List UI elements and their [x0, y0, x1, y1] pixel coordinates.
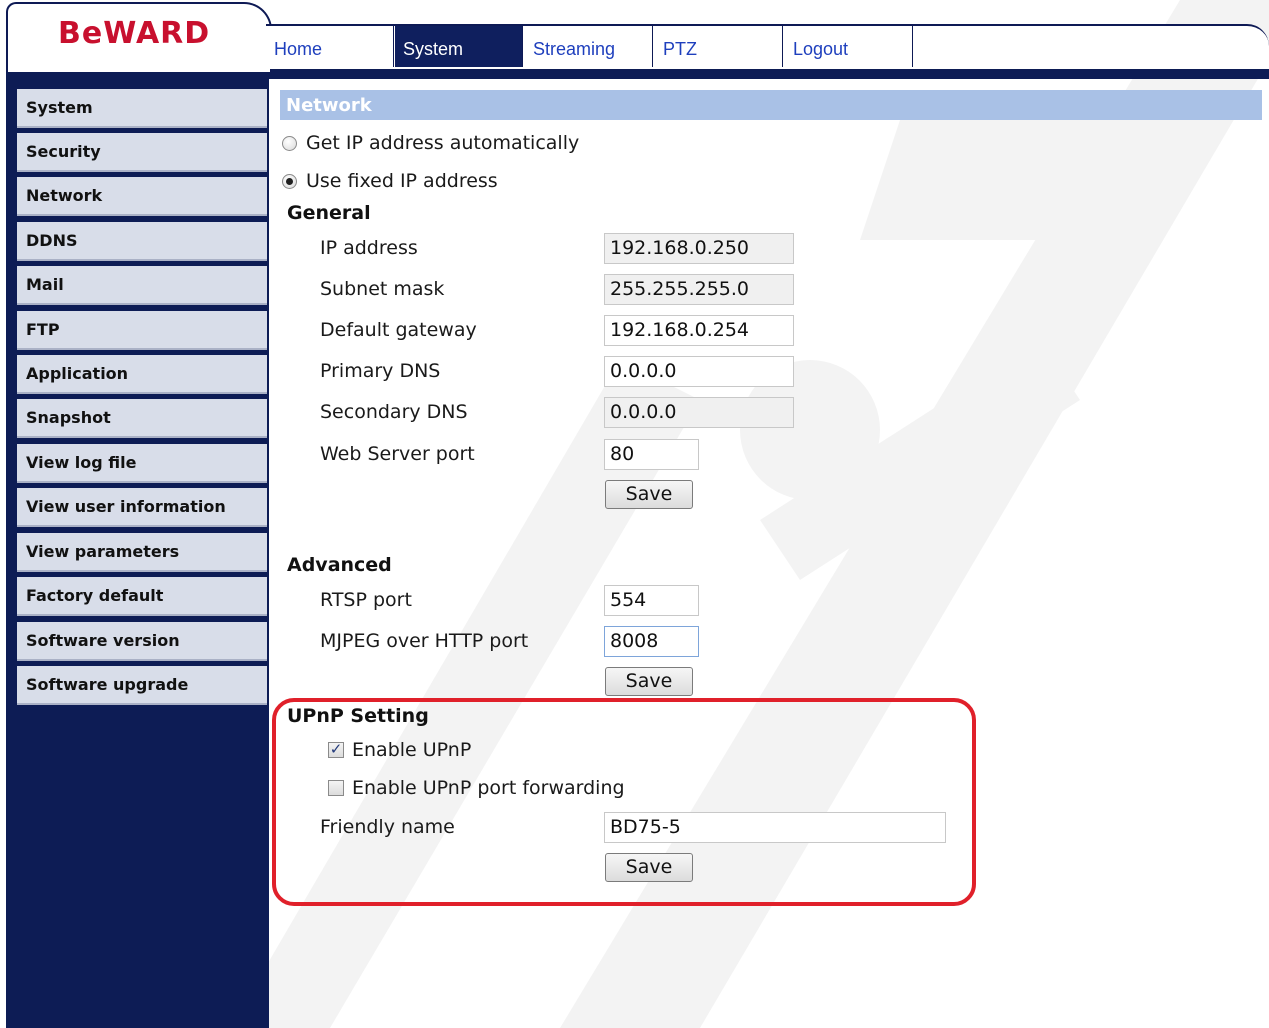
rtsp-port-label: RTSP port: [320, 589, 412, 611]
sidebar-item-ftp[interactable]: FTP: [17, 311, 267, 350]
enable-upnp-label: Enable UPnP: [352, 739, 472, 761]
sidebar-item-snapshot[interactable]: Snapshot: [17, 399, 267, 438]
advanced-save-button[interactable]: Save: [605, 667, 693, 696]
default-gateway-label: Default gateway: [320, 319, 477, 341]
top-navigation: Home System Streaming PTZ Logout: [266, 24, 1269, 69]
general-save-button[interactable]: Save: [605, 480, 693, 509]
page-title: Network: [280, 90, 1262, 120]
ip-auto-label: Get IP address automatically: [306, 132, 580, 154]
ip-address-field[interactable]: 192.168.0.250: [604, 233, 794, 264]
tab-streaming[interactable]: Streaming: [525, 26, 653, 67]
tab-ptz[interactable]: PTZ: [655, 26, 783, 67]
default-gateway-field[interactable]: 192.168.0.254: [604, 315, 794, 346]
mjpeg-port-field[interactable]: 8008: [604, 626, 699, 657]
secondary-dns-label: Secondary DNS: [320, 401, 468, 423]
sidebar-item-application[interactable]: Application: [17, 355, 267, 394]
ip-fixed-radio[interactable]: [282, 174, 297, 189]
tab-system[interactable]: System: [395, 26, 523, 67]
web-server-port-field[interactable]: 80: [604, 439, 699, 470]
friendly-name-field[interactable]: BD75-5: [604, 812, 946, 843]
secondary-dns-field[interactable]: 0.0.0.0: [604, 397, 794, 428]
ip-address-label: IP address: [320, 237, 418, 259]
sidebar-item-view-user-information[interactable]: View user information: [17, 488, 267, 527]
web-server-port-label: Web Server port: [320, 443, 475, 465]
sidebar-item-system[interactable]: System: [17, 89, 267, 128]
enable-upnp-forwarding-checkbox[interactable]: [328, 780, 344, 796]
sidebar-item-ddns[interactable]: DDNS: [17, 222, 267, 261]
brand-logo: BeWARD: [58, 16, 211, 51]
upnp-heading: UPnP Setting: [287, 705, 429, 727]
mjpeg-port-label: MJPEG over HTTP port: [320, 630, 529, 652]
ip-auto-radio[interactable]: [282, 136, 297, 151]
subnet-mask-field[interactable]: 255.255.255.0: [604, 274, 794, 305]
tab-logout[interactable]: Logout: [785, 26, 913, 67]
rtsp-port-field[interactable]: 554: [604, 585, 699, 616]
upnp-save-button[interactable]: Save: [605, 853, 693, 882]
enable-upnp-checkbox[interactable]: ✓: [328, 742, 344, 758]
primary-dns-field[interactable]: 0.0.0.0: [604, 356, 794, 387]
advanced-heading: Advanced: [287, 554, 392, 576]
friendly-name-label: Friendly name: [320, 816, 455, 838]
sidebar-item-security[interactable]: Security: [17, 133, 267, 172]
ip-fixed-label: Use fixed IP address: [306, 170, 498, 192]
enable-upnp-forwarding-label: Enable UPnP port forwarding: [352, 777, 625, 799]
sidebar-item-view-log-file[interactable]: View log file: [17, 444, 267, 483]
primary-dns-label: Primary DNS: [320, 360, 441, 382]
sidebar-item-software-version[interactable]: Software version: [17, 622, 267, 661]
subnet-mask-label: Subnet mask: [320, 278, 445, 300]
sidebar-item-mail[interactable]: Mail: [17, 266, 267, 305]
tab-home[interactable]: Home: [266, 26, 394, 67]
sidebar-item-network[interactable]: Network: [17, 177, 267, 216]
sidebar-item-factory-default[interactable]: Factory default: [17, 577, 267, 616]
sidebar: System Security Network DDNS Mail FTP Ap…: [6, 79, 269, 1028]
sidebar-item-software-upgrade[interactable]: Software upgrade: [17, 666, 267, 705]
general-heading: General: [287, 202, 371, 224]
sidebar-item-view-parameters[interactable]: View parameters: [17, 533, 267, 572]
